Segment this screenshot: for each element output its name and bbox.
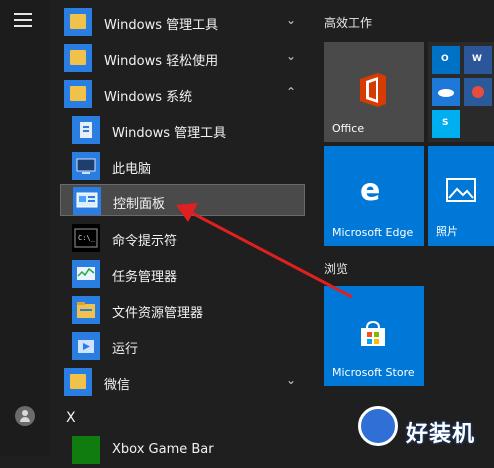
watermark-text: 好装机 (406, 422, 476, 447)
annotation-arrow (176, 203, 353, 299)
watermark-logo: 好装机 (356, 402, 494, 456)
watermark-icon (358, 406, 398, 446)
